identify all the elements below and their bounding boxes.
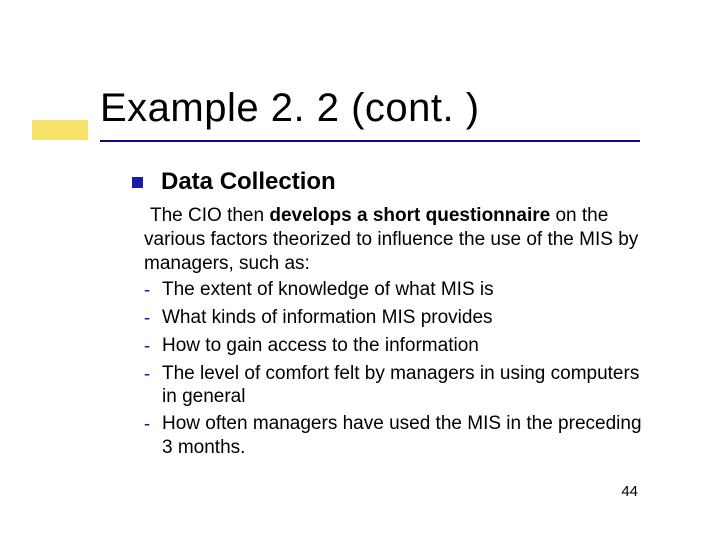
section-heading: Data Collection <box>161 168 336 196</box>
title-accent-bar <box>32 120 88 140</box>
list-item: -The extent of knowledge of what MIS is <box>132 278 657 303</box>
dash-bullet-icon: - <box>132 362 162 410</box>
square-bullet-icon <box>132 177 143 188</box>
title-underline <box>100 140 640 142</box>
section-heading-row: Data Collection <box>132 168 657 196</box>
bullet-list: -The extent of knowledge of what MIS is-… <box>132 278 657 459</box>
content-area: Data Collection The CIO then develops a … <box>132 168 657 460</box>
list-item: -What kinds of information MIS provides <box>132 306 657 331</box>
dash-bullet-icon: - <box>132 306 162 331</box>
list-item-text: The extent of knowledge of what MIS is <box>162 278 657 303</box>
page-number: 44 <box>621 483 638 500</box>
list-item-text: How to gain access to the information <box>162 334 657 359</box>
intro-paragraph: The CIO then develops a short questionna… <box>144 204 657 275</box>
dash-bullet-icon: - <box>132 334 162 359</box>
list-item-text: The level of comfort felt by managers in… <box>162 362 657 410</box>
list-item: -The level of comfort felt by managers i… <box>132 362 657 410</box>
intro-text-bold: develops a short questionnaire <box>269 205 550 226</box>
list-item: -How often managers have used the MIS in… <box>132 412 657 460</box>
dash-bullet-icon: - <box>132 278 162 303</box>
intro-text-pre: The CIO then <box>150 205 269 226</box>
dash-bullet-icon: - <box>132 412 162 460</box>
list-item: -How to gain access to the information <box>132 334 657 359</box>
list-item-text: How often managers have used the MIS in … <box>162 412 657 460</box>
list-item-text: What kinds of information MIS provides <box>162 306 657 331</box>
slide-title: Example 2. 2 (cont. ) <box>100 86 480 131</box>
